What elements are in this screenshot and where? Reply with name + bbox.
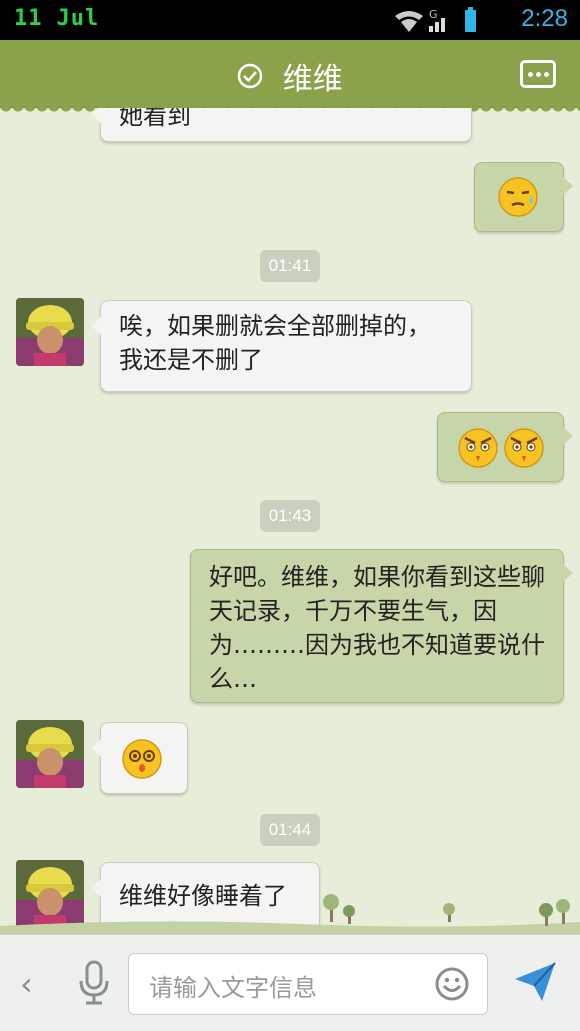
message-outgoing[interactable]: 好吧。维维，如果你看到这些聊天记录，千万不要生气，因为………因为我也不知道要说什… [190,549,573,703]
message-list[interactable]: 她看到 01:41 唉，如果删就会全部删掉的，我还是不删了 01:43 好吧。维… [0,108,580,934]
timestamp: 01:44 [260,814,320,846]
angry-face-emoji [458,428,498,468]
message-incoming[interactable] [91,722,188,794]
chat-title: 维维 [282,62,343,97]
check-circle-icon [237,63,263,89]
smiley-icon[interactable] [435,967,469,1001]
background-scenery [0,894,580,934]
message-incoming[interactable]: 唉，如果删就会全部删掉的，我还是不删了 [91,300,472,392]
input-placeholder: 请输入文字信息 [149,974,317,1002]
avatar[interactable] [16,298,84,366]
input-bar: ‹ 请输入文字信息 [0,934,580,1031]
ellipsis-icon[interactable] [520,60,556,88]
avatar[interactable] [16,720,84,788]
sweat-face-emoji [498,177,538,217]
signal-icons: G [395,7,476,32]
message-outgoing[interactable] [474,162,573,232]
avatar-image [16,298,84,366]
svg-text:G: G [429,8,438,21]
angry-face-emoji [504,428,544,468]
avatar-image [16,720,84,788]
status-date: 11 Jul [14,6,100,31]
timestamp: 01:41 [260,250,320,282]
message-incoming[interactable]: 她看到 [91,108,472,142]
dizzy-face-emoji [122,739,162,779]
message-outgoing[interactable] [437,412,573,482]
microphone-icon[interactable] [76,959,112,1007]
status-clock: 2:28 [521,5,568,32]
status-bar: 11 Jul G 2:28 [0,0,580,40]
timestamp: 01:43 [260,500,320,532]
message-input[interactable]: 请输入文字信息 [128,953,488,1015]
chat-header: 维维 [0,40,580,114]
send-icon[interactable] [512,959,558,1005]
chevron-left-icon[interactable]: ‹ [20,965,33,1003]
